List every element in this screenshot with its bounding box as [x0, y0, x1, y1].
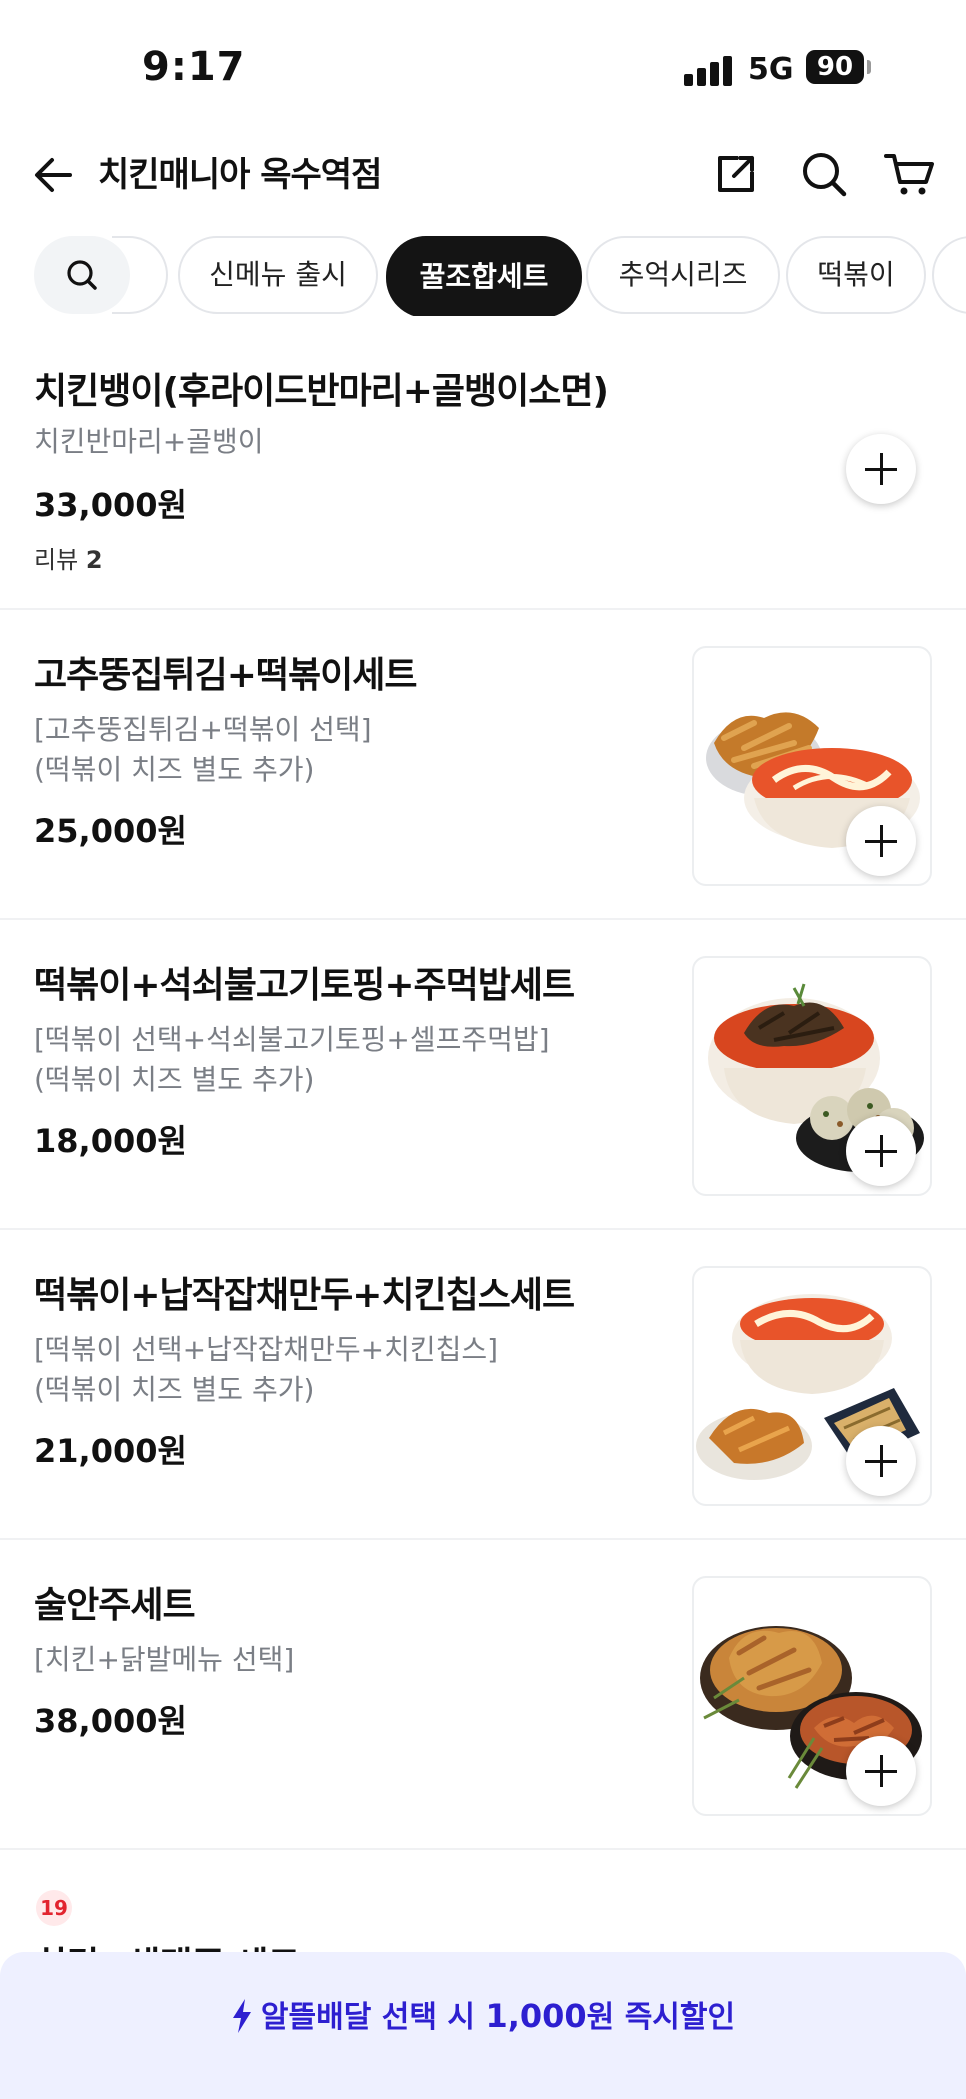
item-price: 33,000원: [34, 486, 187, 524]
menu-item[interactable]: 떡볶이+납작잡채만두+치킨칩스세트 [떡볶이 선택+납작잡채만두+치킨칩스] (…: [0, 1230, 966, 1540]
menu-item[interactable]: 떡볶이+석쇠불고기토핑+주먹밥세트 [떡볶이 선택+석쇠불고기토핑+셀프주먹밥]…: [0, 920, 966, 1230]
cellular-signal-icon: [684, 56, 734, 86]
arrow-left-icon: [35, 158, 72, 192]
status-bar: 9:17 5G 90: [0, 0, 966, 140]
search-button[interactable]: [796, 146, 852, 202]
menu-item[interactable]: 고추뚱집튀김+떡볶이세트 [고추뚱집튀김+떡볶이 선택] (떡볶이 치즈 별도 …: [0, 610, 966, 920]
promo-amount: 1,000: [485, 1997, 587, 2035]
item-price: 18,000원: [34, 1122, 187, 1160]
add-item-button[interactable]: [846, 1426, 916, 1496]
item-name: 술안주세트: [34, 1585, 196, 1626]
promo-suffix: 원 즉시할인: [586, 2000, 736, 2035]
item-name: 고추뚱집튀김+떡볶이세트: [34, 655, 417, 696]
item-desc: 치킨반마리+골뱅이: [34, 425, 264, 458]
battery-icon: 90: [806, 50, 864, 84]
item-desc: (떡볶이 치즈 별도 추가): [34, 1063, 315, 1096]
promo-text: 알뜰배달 선택 시 1,000원 즉시할인: [0, 1992, 966, 2036]
review-count: 2: [85, 546, 103, 574]
review-label: 리뷰: [34, 546, 79, 574]
status-time: 9:17: [142, 44, 246, 90]
promo-prefix: 알뜰배달 선택 시: [260, 2000, 486, 2035]
add-item-button[interactable]: [846, 434, 916, 504]
item-desc: [떡볶이 선택+석쇠불고기토핑+셀프주먹밥]: [34, 1023, 550, 1056]
menu-search-button[interactable]: [34, 236, 130, 314]
store-header: 치킨매니아 옥수역점: [0, 140, 966, 240]
cart-button[interactable]: [882, 146, 938, 202]
add-item-button[interactable]: [846, 1736, 916, 1806]
item-desc: (떡볶이 치즈 별도 추가): [34, 753, 315, 786]
chip-tteokbokki[interactable]: 떡볶이: [786, 236, 926, 314]
chip-new-menu[interactable]: 신메뉴 출시: [178, 236, 378, 314]
chip-combo-set[interactable]: 꿀조합세트: [386, 236, 582, 316]
search-icon: [67, 260, 97, 290]
age-restriction-badge: 19: [36, 1890, 72, 1926]
menu-item[interactable]: 치킨뱅이(후라이드반마리+골뱅이소면) 치킨반마리+골뱅이 33,000원 리뷰…: [0, 328, 966, 610]
store-title: 치킨매니아 옥수역점: [98, 155, 382, 195]
battery-tip: [867, 60, 871, 74]
share-icon: [718, 156, 754, 192]
item-name: 떡볶이+석쇠불고기토핑+주먹밥세트: [34, 965, 575, 1006]
add-item-button[interactable]: [846, 806, 916, 876]
item-price: 38,000원: [34, 1702, 187, 1740]
lightning-icon: [232, 1999, 251, 2033]
item-price: 25,000원: [34, 812, 187, 850]
item-desc: (떡볶이 치즈 별도 추가): [34, 1373, 315, 1406]
share-button[interactable]: [708, 146, 764, 202]
search-icon: [803, 153, 847, 197]
chip-memory-series[interactable]: 추억시리즈: [586, 236, 780, 314]
cart-icon: [884, 154, 934, 195]
item-desc: [치킨+닭발메뉴 선택]: [34, 1643, 295, 1676]
item-price: 21,000원: [34, 1432, 187, 1470]
network-type: 5G: [748, 52, 794, 87]
menu-item[interactable]: 술안주세트 [치킨+닭발메뉴 선택] 38,000원: [0, 1540, 966, 1850]
item-review-count: 리뷰 2: [34, 540, 103, 575]
item-desc: [떡볶이 선택+납작잡채만두+치킨칩스]: [34, 1333, 499, 1366]
item-name: 치킨뱅이(후라이드반마리+골뱅이소면): [34, 371, 609, 412]
category-chip-bar: 신메뉴 출시 꿀조합세트 추억시리즈 떡볶이: [0, 236, 966, 316]
back-button[interactable]: [30, 150, 80, 200]
add-item-button[interactable]: [846, 1116, 916, 1186]
delivery-promo-banner[interactable]: 알뜰배달 선택 시 1,000원 즉시할인: [0, 1952, 966, 2099]
item-desc: [고추뚱집튀김+떡볶이 선택]: [34, 713, 372, 746]
chip-partial-right[interactable]: [932, 236, 966, 314]
item-name: 떡볶이+납작잡채만두+치킨칩스세트: [34, 1275, 575, 1316]
